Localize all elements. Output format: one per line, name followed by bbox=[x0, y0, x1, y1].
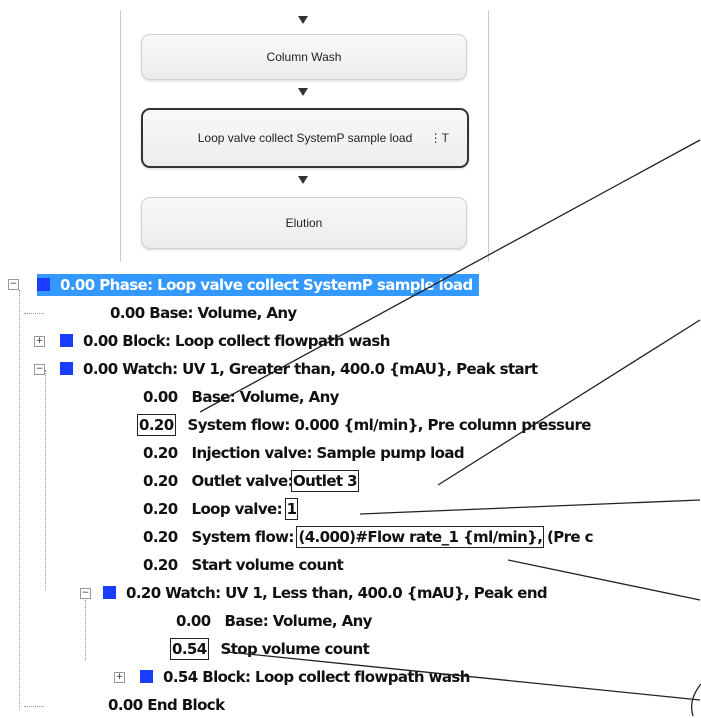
annotation-lines bbox=[199, 139, 701, 717]
